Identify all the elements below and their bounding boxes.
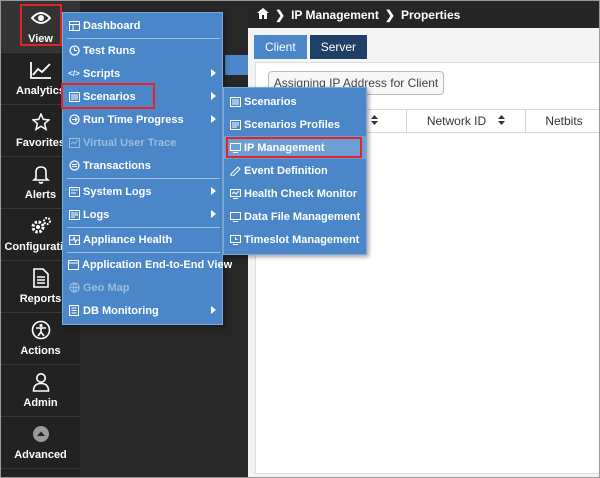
menu-label: Virtual User Trace [83, 136, 177, 149]
trace-icon [68, 137, 80, 149]
nav-label: Advanced [14, 449, 67, 461]
breadcrumb-section[interactable]: IP Management [291, 8, 379, 22]
timeslot-icon [229, 234, 241, 246]
menu-item-dashboard[interactable]: Dashboard [63, 14, 222, 37]
file-icon [229, 211, 241, 223]
sort-icon [498, 114, 506, 128]
menu-item-run-time-progress[interactable]: Run Time Progress [63, 108, 222, 131]
submenu-item-timeslot-management[interactable]: Timeslot Management [224, 228, 366, 251]
submenu-item-data-file-management[interactable]: Data File Management [224, 205, 366, 228]
tab-bar: Client Server [254, 35, 368, 59]
submenu-arrow-icon [211, 187, 216, 195]
ip-icon [229, 142, 241, 154]
menu-label: DB Monitoring [83, 304, 159, 317]
menu-label: Health Check Monitor [244, 187, 358, 200]
column-label: Network ID [426, 114, 487, 128]
menu-label: IP Management [244, 141, 325, 154]
code-icon: </> [68, 69, 80, 78]
submenu-item-health-check-monitor[interactable]: Health Check Monitor [224, 182, 366, 205]
sort-icon [371, 114, 378, 128]
end-to-end-icon [68, 259, 79, 271]
view-menu: Dashboard Test Runs </> Scripts Scenario… [62, 12, 232, 325]
menu-item-scripts[interactable]: </> Scripts [63, 62, 222, 85]
nav-label: Actions [20, 345, 61, 357]
column-header-netbits[interactable]: Netbits [526, 110, 599, 132]
menu-label: Logs [83, 208, 110, 221]
menu-label: Event Definition [244, 164, 328, 177]
health-icon [68, 234, 80, 246]
menu-item-virtual-user-trace: Virtual User Trace [63, 131, 222, 154]
submenu-arrow-icon [211, 92, 216, 100]
menu-label: Timeslot Management [244, 233, 360, 246]
active-strip [225, 55, 248, 75]
nav-advanced[interactable]: Advanced [1, 417, 80, 469]
menu-item-db-monitoring[interactable]: DB Monitoring [63, 299, 222, 322]
column-label: Netbits [545, 114, 583, 128]
breadcrumb-page: Properties [400, 7, 461, 22]
dashboard-icon [68, 20, 80, 32]
transactions-icon [68, 160, 80, 172]
menu-item-end-to-end-view[interactable]: Application End-to-End View [63, 253, 232, 276]
menu-item-logs[interactable]: Logs [63, 203, 222, 226]
chevron-right-icon: ❯ [275, 7, 286, 22]
geo-map-icon [68, 282, 80, 294]
column-header-network-id[interactable]: Network ID [407, 110, 526, 132]
nav-label: Admin [23, 397, 58, 409]
chevron-up-circle-icon [1, 423, 80, 445]
event-icon [229, 165, 241, 177]
submenu-item-event-definition[interactable]: Event Definition [224, 159, 366, 182]
menu-label: Scenarios Profiles [244, 118, 340, 131]
menu-item-appliance-health[interactable]: Appliance Health [63, 228, 222, 251]
menu-divider [67, 178, 220, 179]
menu-label: Appliance Health [83, 233, 173, 246]
submenu-arrow-icon [211, 306, 216, 314]
submenu-item-scenarios-profiles[interactable]: Scenarios Profiles [224, 113, 366, 136]
logs-icon [68, 209, 80, 221]
menu-item-test-runs[interactable]: Test Runs [63, 39, 222, 62]
menu-item-geo-map: Geo Map [63, 276, 222, 299]
menu-label: Transactions [83, 159, 151, 172]
app-window: View Analytics Favorites Alerts Configur… [0, 0, 600, 478]
scenarios-submenu: Scenarios Scenarios Profiles IP Manageme… [223, 87, 367, 255]
home-icon[interactable] [257, 7, 269, 22]
monitor-icon [229, 188, 241, 200]
menu-label: System Logs [83, 185, 152, 198]
submenu-arrow-icon [211, 210, 216, 218]
menu-label: Geo Map [83, 281, 130, 294]
menu-label: Dashboard [83, 19, 141, 32]
submenu-item-scenarios[interactable]: Scenarios [224, 90, 366, 113]
nav-admin[interactable]: Admin [1, 365, 80, 417]
tab-client[interactable]: Client [254, 35, 307, 59]
menu-item-system-logs[interactable]: System Logs [63, 180, 222, 203]
menu-label: Scenarios [244, 95, 297, 108]
menu-item-scenarios[interactable]: Scenarios [63, 85, 222, 108]
breadcrumb: ❯ IP Management ❯ Properties [248, 1, 599, 28]
chevron-right-icon: ❯ [384, 7, 395, 22]
menu-label: Scenarios [83, 90, 136, 103]
menu-label: Scripts [83, 67, 121, 80]
progress-icon [68, 114, 80, 126]
menu-label: Application End-to-End View [82, 258, 233, 271]
menu-label: Data File Management [244, 210, 361, 223]
submenu-arrow-icon [211, 69, 216, 77]
menu-item-transactions[interactable]: Transactions [63, 154, 222, 177]
submenu-item-ip-management[interactable]: IP Management [224, 136, 366, 159]
system-logs-icon [68, 186, 80, 198]
menu-label: Run Time Progress [83, 113, 184, 126]
db-icon [68, 305, 80, 317]
user-icon [1, 371, 80, 393]
menu-label: Test Runs [83, 44, 136, 57]
tab-server[interactable]: Server [309, 35, 368, 59]
submenu-arrow-icon [211, 115, 216, 123]
clock-icon [68, 45, 80, 57]
scenario-icon [229, 96, 241, 108]
scenario-icon [68, 91, 80, 103]
profile-icon [229, 119, 241, 131]
